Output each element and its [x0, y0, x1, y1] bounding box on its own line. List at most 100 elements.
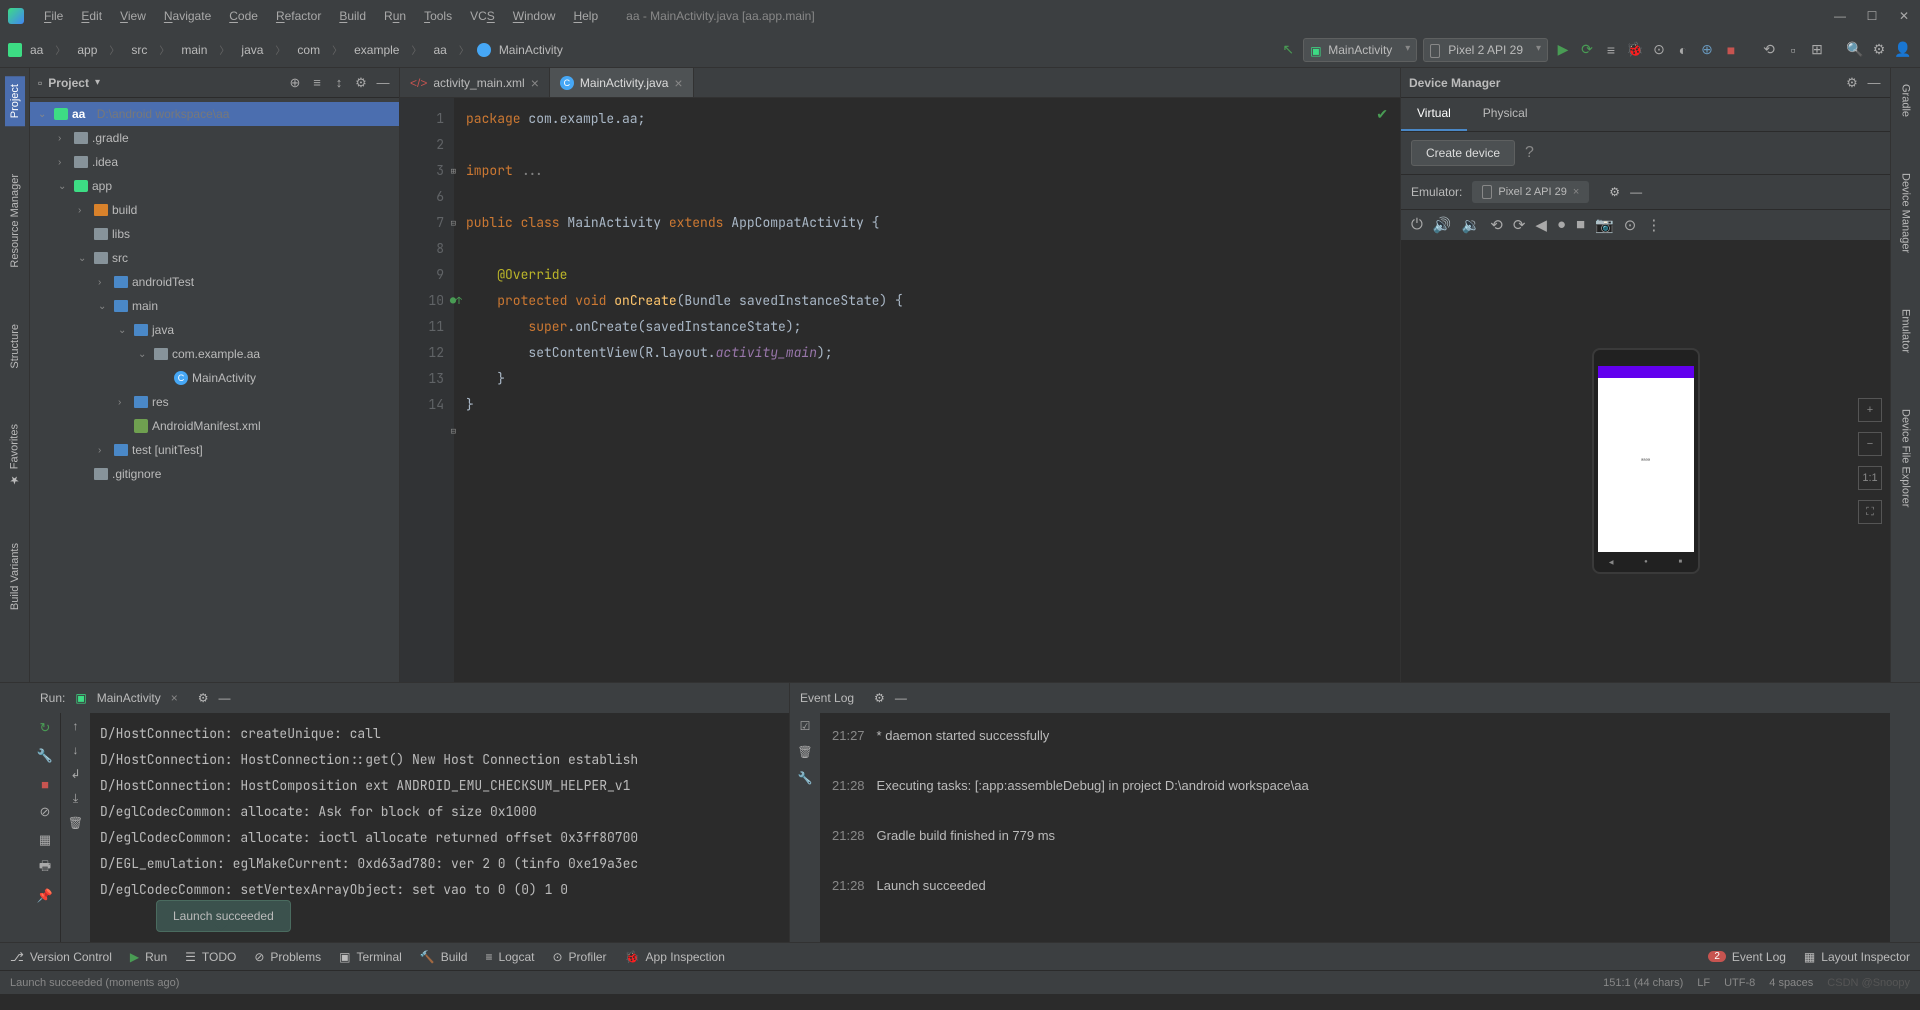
maximize-button[interactable]: ☐ [1864, 9, 1880, 23]
create-device-button[interactable]: Create device [1411, 140, 1515, 166]
menu-edit[interactable]: Edit [73, 5, 110, 27]
gear-icon[interactable]: ⚙ [1844, 75, 1860, 91]
stop-icon[interactable]: ■ [36, 775, 54, 793]
tree-item[interactable]: ⌄com.example.aa [30, 342, 399, 366]
tree-item[interactable]: ›res [30, 390, 399, 414]
screenshot-icon[interactable]: 📷 [1595, 216, 1614, 234]
power-icon[interactable]: ⏻ [1411, 216, 1423, 234]
hide-icon[interactable]: — [375, 75, 391, 91]
code-area[interactable]: package com.example.aa; import ... publi… [454, 98, 1400, 682]
emulator-device-tab[interactable]: Pixel 2 API 29 × [1472, 181, 1589, 203]
bb-profiler[interactable]: ⊙ Profiler [552, 950, 606, 964]
tab-virtual[interactable]: Virtual [1401, 98, 1467, 131]
hide-icon[interactable]: — [219, 691, 231, 705]
up-icon[interactable]: ↑ [73, 719, 79, 733]
bb-version-control[interactable]: ⎇ Version Control [10, 950, 112, 964]
editor-body[interactable]: 123⊞67⊟8910 ●↑111213⊟14 package com.exam… [400, 98, 1400, 682]
tree-item[interactable]: CMainActivity [30, 366, 399, 390]
menu-tools[interactable]: Tools [416, 5, 460, 27]
mark-read-icon[interactable]: ☑ [800, 719, 811, 733]
device-dropdown[interactable]: Pixel 2 API 29 [1423, 38, 1548, 62]
profile-icon[interactable]: ⊙ [1650, 41, 1668, 59]
layout-icon[interactable]: ▦ [36, 831, 54, 849]
menu-refactor[interactable]: Refactor [268, 5, 329, 27]
pin-icon[interactable]: 📌 [36, 887, 54, 905]
status-indent[interactable]: 4 spaces [1769, 977, 1813, 989]
tree-item[interactable]: .gitignore [30, 462, 399, 486]
gear-icon[interactable]: ⚙ [1609, 185, 1620, 199]
tab-gradle[interactable]: Gradle [1896, 76, 1916, 125]
down-icon[interactable]: ↓ [73, 743, 79, 757]
status-position[interactable]: 151:1 (44 chars) [1603, 977, 1683, 989]
bb-logcat[interactable]: ≡ Logcat [485, 950, 534, 964]
tree-item[interactable]: libs [30, 222, 399, 246]
tree-item[interactable]: ›test [unitTest] [30, 438, 399, 462]
hide-icon[interactable]: — [1630, 185, 1642, 199]
menu-code[interactable]: Code [221, 5, 266, 27]
tree-item[interactable]: ›.idea [30, 150, 399, 174]
attach-icon[interactable]: 🔧 [36, 747, 54, 765]
bb-layout-inspector[interactable]: ▦ Layout Inspector [1804, 950, 1910, 964]
zoom-fit-icon[interactable]: ⛶ [1858, 500, 1882, 524]
tab-physical[interactable]: Physical [1467, 98, 1544, 131]
menu-view[interactable]: View [112, 5, 154, 27]
close-icon[interactable]: × [171, 691, 178, 705]
breadcrumb-item[interactable]: com [293, 41, 324, 59]
run-config-dropdown[interactable]: ▣MainActivity [1303, 38, 1417, 62]
make-project-icon[interactable]: ↖ [1279, 41, 1297, 59]
tree-item[interactable]: ›androidTest [30, 270, 399, 294]
bb-terminal[interactable]: ▣ Terminal [339, 950, 402, 964]
zoom-11-icon[interactable]: 1:1 [1858, 466, 1882, 490]
close-icon[interactable]: × [1573, 186, 1579, 198]
locate-icon[interactable]: ⊕ [287, 75, 303, 91]
tree-item[interactable]: ⌄java [30, 318, 399, 342]
tree-item[interactable]: ›build [30, 198, 399, 222]
record-icon[interactable]: ⊙ [1624, 216, 1637, 234]
rotate-right-icon[interactable]: ⟳ [1513, 216, 1526, 234]
rerun-icon[interactable]: ↻ [36, 719, 54, 737]
menu-build[interactable]: Build [331, 5, 374, 27]
debug-icon[interactable]: 🐞 [1626, 41, 1644, 59]
menu-vcs[interactable]: VCS [462, 5, 503, 27]
clear-icon[interactable]: 🗑 [68, 816, 83, 830]
emulator-view[interactable]: aaaa ◀●■ + − 1:1 ⛶ [1401, 240, 1890, 682]
delete-icon[interactable]: 🗑 [797, 745, 812, 759]
status-encoding[interactable]: UTF-8 [1724, 977, 1755, 989]
tree-item[interactable]: ⌄src [30, 246, 399, 270]
breadcrumb-item[interactable]: MainActivity [495, 41, 567, 59]
zoom-out-icon[interactable]: − [1858, 432, 1882, 456]
tree-item[interactable]: ›.gradle [30, 126, 399, 150]
volume-up-icon[interactable]: 🔊 [1433, 216, 1452, 234]
wrap-icon[interactable]: ↲ [70, 767, 80, 781]
menu-help[interactable]: Help [565, 5, 606, 27]
print-icon[interactable]: 🖶 [36, 859, 54, 877]
gear-icon[interactable]: ⚙ [198, 691, 209, 705]
editor-tab-java[interactable]: C MainActivity.java × [550, 68, 694, 97]
phone-screen[interactable]: aaaa [1598, 366, 1694, 552]
tab-favorites[interactable]: ★ Favorites [4, 416, 25, 494]
search-icon[interactable]: 🔍 [1846, 41, 1864, 59]
avd-icon[interactable]: ▫ [1784, 41, 1802, 59]
menu-run[interactable]: Run [376, 5, 414, 27]
breadcrumb-item[interactable]: app [73, 41, 101, 59]
dropdown-icon[interactable]: ▾ [95, 77, 100, 88]
collapse-icon[interactable]: ↕ [331, 75, 347, 91]
volume-down-icon[interactable]: 🔉 [1462, 216, 1481, 234]
zoom-in-icon[interactable]: + [1858, 398, 1882, 422]
breadcrumb-item[interactable]: src [127, 41, 151, 59]
sync-icon[interactable]: ⟲ [1760, 41, 1778, 59]
tab-emulator[interactable]: Emulator [1896, 301, 1916, 361]
menu-window[interactable]: Window [505, 5, 564, 27]
attach-debugger-icon[interactable]: ⊕ [1698, 41, 1716, 59]
hide-icon[interactable]: — [895, 691, 907, 705]
breadcrumb-item[interactable]: main [177, 41, 211, 59]
exit-icon[interactable]: ⊘ [36, 803, 54, 821]
tree-item[interactable]: ⌄app [30, 174, 399, 198]
apply-code-icon[interactable]: ≡ [1602, 41, 1620, 59]
bb-problems[interactable]: ⊘ Problems [254, 950, 321, 964]
home-icon[interactable]: ● [1557, 216, 1566, 234]
sdk-icon[interactable]: ⊞ [1808, 41, 1826, 59]
tab-device-file-explorer[interactable]: Device File Explorer [1896, 401, 1916, 515]
tree-item[interactable]: AndroidManifest.xml [30, 414, 399, 438]
editor-tab-xml[interactable]: </> activity_main.xml × [400, 68, 550, 97]
